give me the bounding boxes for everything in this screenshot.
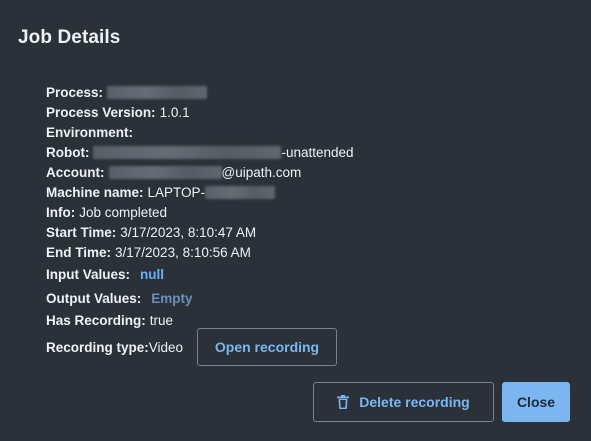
has-recording-value: true bbox=[149, 312, 174, 328]
trash-icon bbox=[337, 395, 350, 409]
delete-recording-label: Delete recording bbox=[359, 394, 470, 410]
machine-value-redacted bbox=[205, 185, 276, 199]
end-time-row: End Time: 3/17/2023, 8:10:56 AM bbox=[46, 242, 354, 262]
has-recording-label: Has Recording: bbox=[46, 312, 146, 328]
robot-value-redacted bbox=[93, 145, 282, 159]
recording-type-row: Recording type:Video bbox=[46, 340, 183, 355]
input-values-label: Input Values: bbox=[46, 266, 131, 282]
output-values-label: Output Values: bbox=[46, 290, 142, 306]
environment-label: Environment: bbox=[46, 124, 134, 140]
start-time-row: Start Time: 3/17/2023, 8:10:47 AM bbox=[46, 222, 354, 242]
has-recording-row: Has Recording: true bbox=[46, 310, 354, 330]
output-values-row: Output Values: Empty bbox=[46, 286, 354, 310]
machine-prefix: LAPTOP- bbox=[147, 184, 206, 200]
process-value-redacted bbox=[107, 85, 208, 99]
machine-label: Machine name: bbox=[46, 184, 144, 200]
info-row: Info: Job completed bbox=[46, 202, 354, 222]
dialog-title: Job Details bbox=[18, 27, 121, 48]
process-version-row: Process Version: 1.0.1 bbox=[46, 102, 354, 122]
start-time-value: 3/17/2023, 8:10:47 AM bbox=[120, 224, 257, 240]
account-row: Account: @uipath.com bbox=[46, 162, 354, 182]
robot-row: Robot: -unattended bbox=[46, 142, 354, 162]
machine-row: Machine name: LAPTOP- bbox=[46, 182, 354, 202]
end-time-label: End Time: bbox=[46, 244, 112, 260]
open-recording-button[interactable]: Open recording bbox=[197, 328, 337, 366]
close-button[interactable]: Close bbox=[502, 382, 570, 422]
output-values-link[interactable]: Empty bbox=[151, 290, 192, 307]
recording-type-label: Recording type: bbox=[46, 340, 149, 355]
account-label: Account: bbox=[46, 164, 105, 180]
process-version-value: 1.0.1 bbox=[159, 104, 190, 120]
delete-recording-button[interactable]: Delete recording bbox=[313, 382, 494, 422]
job-details-list: Process: Process Version: 1.0.1 Environm… bbox=[46, 82, 354, 330]
input-values-row: Input Values: null bbox=[46, 262, 354, 286]
end-time-value: 3/17/2023, 8:10:56 AM bbox=[115, 244, 251, 260]
info-value: Job completed bbox=[79, 204, 168, 220]
info-label: Info: bbox=[46, 204, 76, 220]
job-details-dialog: Job Details Process: Process Version: 1.… bbox=[0, 0, 591, 441]
account-suffix: @uipath.com bbox=[221, 164, 302, 180]
input-values-link[interactable]: null bbox=[140, 266, 164, 283]
process-row: Process: bbox=[46, 82, 354, 102]
account-value-redacted bbox=[108, 165, 222, 179]
robot-suffix: -unattended bbox=[281, 144, 354, 160]
process-version-label: Process Version: bbox=[46, 104, 156, 120]
environment-row: Environment: bbox=[46, 122, 354, 142]
robot-label: Robot: bbox=[46, 144, 90, 160]
process-label: Process: bbox=[46, 84, 104, 100]
recording-type-value: Video bbox=[148, 340, 184, 355]
start-time-label: Start Time: bbox=[46, 224, 117, 240]
